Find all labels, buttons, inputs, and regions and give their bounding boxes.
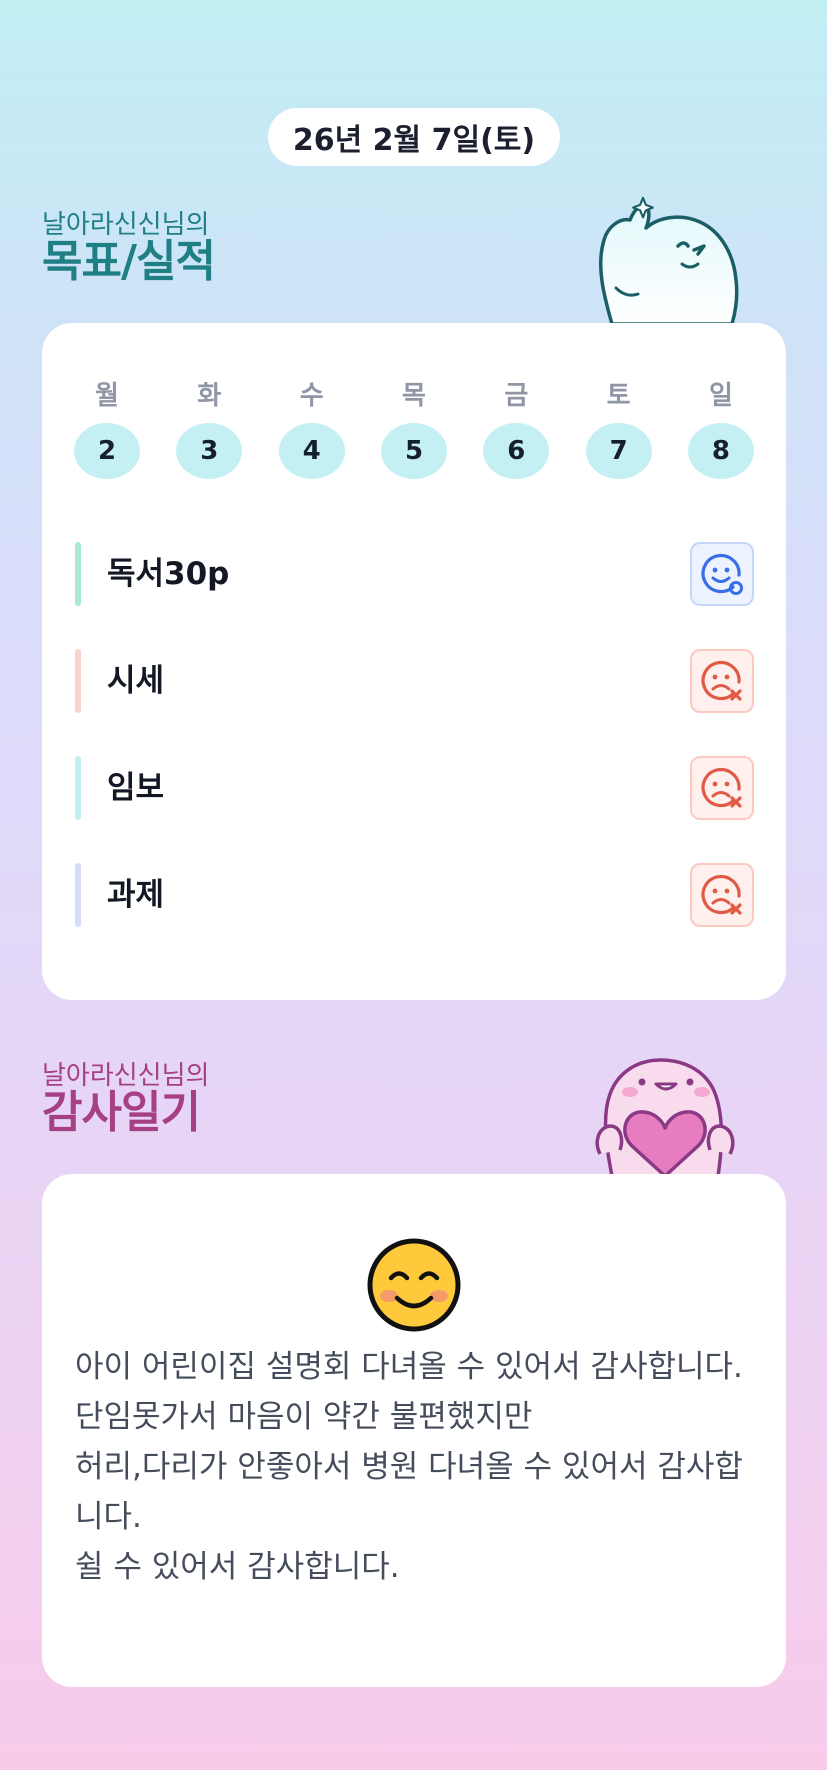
day-column-fri[interactable]: 금 6 — [483, 379, 550, 479]
diary-line: 허리,다리가 안좋아서 병원 다녀올 수 있어서 감사합니다. — [75, 1449, 743, 1535]
day-column-sun[interactable]: 일 8 — [687, 379, 754, 479]
day-name: 목 — [402, 381, 426, 411]
day-column-mon[interactable]: 월 2 — [74, 379, 140, 479]
goal-label: 임보 — [107, 770, 165, 806]
smile-check-icon — [701, 553, 743, 595]
diary-section-owner: 날아라신신님의 — [42, 1061, 210, 1091]
day-date[interactable]: 3 — [176, 423, 243, 479]
goal-status-button[interactable] — [690, 863, 754, 927]
diary-section-title: 날아라신신님의 감사일기 — [42, 1063, 209, 1135]
goal-color-bar — [75, 649, 81, 713]
goal-status-button[interactable] — [690, 542, 754, 606]
goal-color-bar — [75, 542, 81, 606]
goal-color-bar — [75, 863, 81, 927]
day-date[interactable]: 4 — [278, 423, 345, 479]
day-name: 화 — [197, 381, 222, 411]
day-column-thu[interactable]: 목 5 — [380, 379, 447, 479]
day-name: 수 — [299, 381, 324, 411]
goal-label: 독서30p — [107, 556, 230, 592]
goal-row[interactable]: 임보 — [75, 754, 754, 822]
goal-section-owner: 날아라신신님의 — [42, 210, 210, 240]
day-date[interactable]: 8 — [687, 423, 754, 479]
day-name: 월 — [95, 381, 119, 411]
goal-row[interactable]: 과제 — [75, 861, 754, 929]
goal-card: 월 2 화 3 수 4 목 5 금 6 토 7 일 8 독서30p 시세 임보 … — [42, 323, 786, 1000]
day-column-wed[interactable]: 수 4 — [278, 379, 345, 479]
goal-label: 시세 — [107, 663, 165, 699]
day-date[interactable]: 6 — [483, 423, 550, 479]
goal-color-bar — [75, 756, 81, 820]
goal-section-title: 날아라신신님의 목표/실적 — [42, 210, 216, 287]
diary-line: 아이 어린이집 설명회 다녀올 수 있어서 감사합니다. — [75, 1349, 743, 1385]
day-column-tue[interactable]: 화 3 — [176, 379, 243, 479]
goal-status-button[interactable] — [690, 649, 754, 713]
waving-ghost-mascot-icon — [598, 196, 739, 324]
goal-row[interactable]: 독서30p — [75, 540, 754, 608]
day-name: 금 — [504, 381, 529, 411]
day-date[interactable]: 7 — [585, 423, 652, 479]
goal-status-button[interactable] — [690, 756, 754, 820]
frown-x-icon — [701, 874, 742, 915]
goal-label: 과제 — [107, 877, 165, 913]
day-column-sat[interactable]: 토 7 — [585, 379, 652, 479]
diary-line: 단임못가서 마음이 약간 불편했지만 — [75, 1399, 533, 1435]
smiling-face-icon — [367, 1238, 461, 1332]
heart-hugging-mascot-icon — [595, 1058, 735, 1176]
day-name: 일 — [709, 381, 733, 411]
frown-x-icon — [701, 767, 742, 808]
day-date[interactable]: 5 — [380, 423, 447, 479]
goal-row[interactable]: 시세 — [75, 647, 754, 715]
day-date[interactable]: 2 — [74, 423, 140, 479]
diary-line: 쉴 수 있어서 감사합니다. — [75, 1549, 400, 1585]
goal-section-heading: 목표/실적 — [42, 236, 216, 287]
diary-text[interactable]: 아이 어린이집 설명회 다녀올 수 있어서 감사합니다. 단임못가서 마음이 약… — [75, 1342, 755, 1592]
diary-card: 아이 어린이집 설명회 다녀올 수 있어서 감사합니다. 단임못가서 마음이 약… — [42, 1174, 786, 1687]
frown-x-icon — [701, 660, 742, 701]
date-label[interactable]: 26년 2월 7일(토) — [268, 108, 560, 166]
day-name: 토 — [606, 381, 631, 411]
diary-section-heading: 감사일기 — [42, 1087, 201, 1138]
week-strip: 월 2 화 3 수 4 목 5 금 6 토 7 일 8 — [74, 379, 754, 479]
